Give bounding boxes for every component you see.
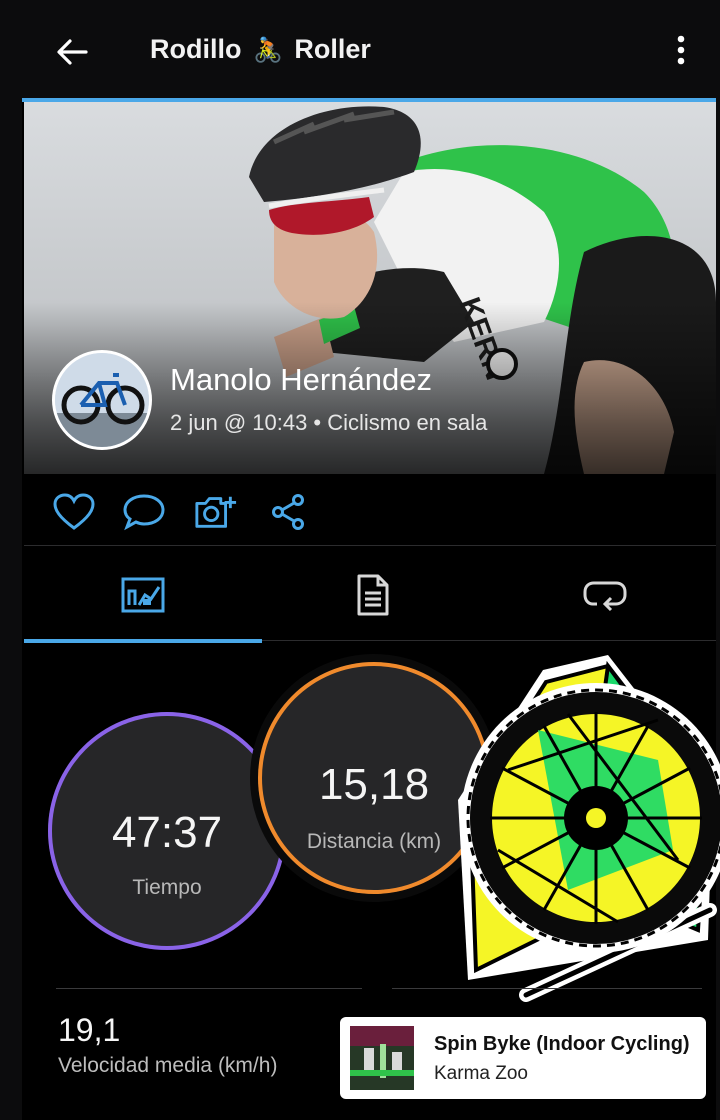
athlete-avatar[interactable]: [52, 350, 152, 450]
stats-tab-icon: [121, 577, 165, 613]
avg-speed-value: 19,1: [58, 1012, 121, 1048]
time-stat-circle: 47:37 Tiempo: [48, 712, 286, 950]
share-icon: [272, 494, 304, 530]
distance-label: Distancia (km): [306, 830, 442, 853]
page-title: Rodillo 🚴 Roller: [150, 34, 371, 65]
tab-indicator: [24, 639, 262, 643]
music-card[interactable]: Spin Byke (Indoor Cycling) Karma Zoo: [340, 1017, 706, 1099]
like-button[interactable]: [52, 492, 96, 532]
athlete-name[interactable]: Manolo Hernández: [170, 362, 432, 398]
comment-icon: [123, 494, 165, 531]
more-options-button[interactable]: [664, 28, 698, 72]
title-left: Rodillo: [150, 34, 242, 64]
tab-stats[interactable]: [108, 560, 178, 630]
more-vertical-icon: [677, 35, 685, 65]
bike-avatar-image: [55, 353, 149, 447]
comment-button[interactable]: [122, 492, 166, 532]
time-value: 47:37: [111, 808, 223, 857]
avg-speed-label: Velocidad media (km/h): [58, 1054, 278, 1077]
bike-wheel-sticker: [458, 655, 720, 1002]
tab-details[interactable]: [338, 560, 408, 630]
actions-divider: [24, 545, 716, 546]
add-photo-button[interactable]: [194, 492, 238, 532]
distance-value: 15,18: [318, 760, 430, 809]
add-photo-icon: [195, 496, 237, 528]
album-art: [350, 1026, 414, 1090]
tab-laps[interactable]: [570, 560, 640, 630]
stats-divider-right: [392, 988, 702, 989]
activity-actions: [24, 478, 716, 544]
heart-icon: [53, 493, 95, 530]
share-button[interactable]: [266, 492, 310, 532]
app-bar: Rodillo 🚴 Roller: [0, 0, 720, 100]
time-label: Tiempo: [132, 876, 202, 899]
song-artist: Karma Zoo: [434, 1063, 528, 1084]
cyclist-icon: 🚴: [253, 36, 283, 64]
album-art-image: [350, 1026, 414, 1090]
arrow-left-icon: [57, 39, 88, 65]
details-tab-icon: [357, 574, 389, 616]
stats-divider-left: [56, 988, 362, 989]
distance-stat-circle: 15,18 Distancia (km): [258, 662, 490, 894]
activity-meta: 2 jun @ 10:43 • Ciclismo en sala: [170, 410, 488, 435]
song-title: Spin Byke (Indoor Cycling): [434, 1033, 690, 1055]
laps-tab-icon: [583, 581, 627, 612]
title-right: Roller: [294, 34, 371, 64]
back-button[interactable]: [50, 30, 94, 74]
